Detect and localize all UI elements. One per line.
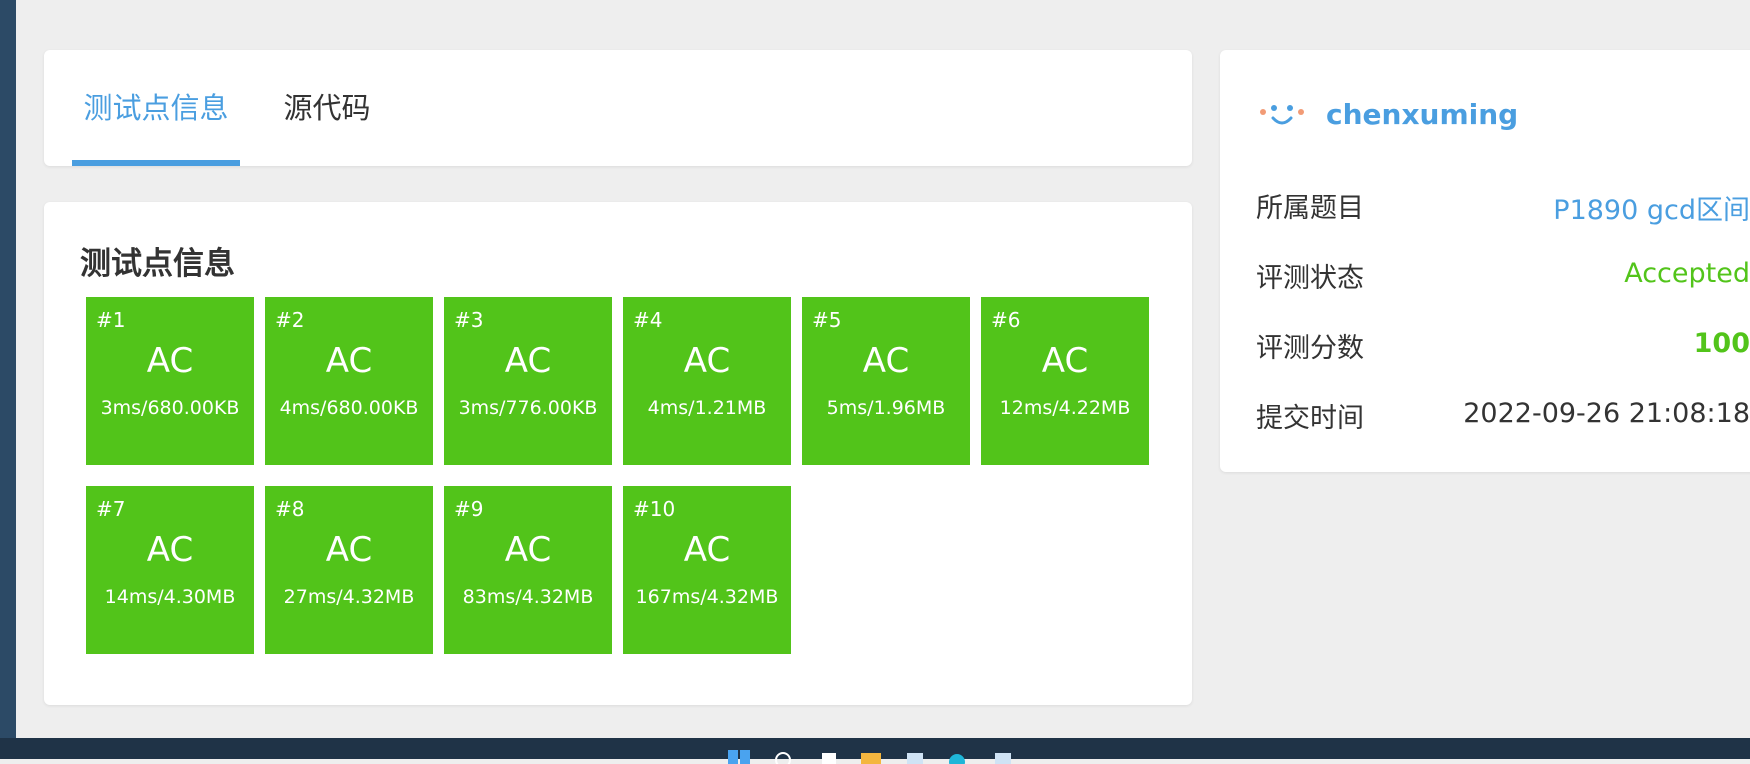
submit-time-label: 提交时间: [1256, 403, 1364, 434]
submission-info-card: chenxuming 所属题目 P1890 gcd区间 评测状态 Accepte…: [1220, 50, 1750, 472]
testcase-status: AC: [325, 341, 373, 381]
testcase-9[interactable]: #9 AC 83ms/4.32MB: [444, 486, 612, 654]
store-icon[interactable]: [904, 750, 926, 764]
testcase-status: AC: [146, 341, 194, 381]
testcase-time-memory: 14ms/4.30MB: [104, 586, 236, 608]
testcase-id: #3: [454, 308, 484, 332]
testcase-id: #2: [275, 308, 305, 332]
score-value: 100: [1693, 328, 1750, 359]
testcase-status: AC: [862, 341, 910, 381]
left-sidebar-edge: [0, 0, 16, 738]
testcase-status: AC: [325, 530, 373, 570]
info-row-score: 评测分数 100: [1256, 326, 1750, 366]
info-row-submit-time: 提交时间 2022-09-26 21:08:18: [1256, 396, 1750, 436]
tab-testcase-info[interactable]: 测试点信息: [72, 50, 240, 166]
problem-link[interactable]: P1890 gcd区间: [1553, 188, 1750, 227]
info-row-status: 评测状态 Accepted: [1256, 256, 1750, 296]
testcase-status: AC: [504, 530, 552, 570]
app-icon[interactable]: [992, 750, 1014, 764]
status-value: Accepted: [1624, 258, 1750, 289]
testcase-section-title: 测试点信息: [80, 246, 235, 282]
testcase-time-memory: 4ms/680.00KB: [279, 397, 419, 419]
info-row-problem: 所属题目 P1890 gcd区间: [1256, 186, 1750, 226]
submit-time-value: 2022-09-26 21:08:18: [1463, 398, 1750, 429]
smiley-face-icon: [1260, 105, 1304, 125]
folder-icon[interactable]: [860, 750, 882, 764]
tabs-card: 测试点信息 源代码: [44, 50, 1192, 166]
testcase-time-memory: 3ms/776.00KB: [458, 397, 598, 419]
file-icon[interactable]: [818, 750, 840, 764]
windows-start-icon[interactable]: [728, 750, 750, 764]
testcase-id: #4: [633, 308, 663, 332]
status-label: 评测状态: [1256, 263, 1364, 294]
testcase-id: #6: [991, 308, 1021, 332]
testcase-time-memory: 12ms/4.22MB: [999, 397, 1131, 419]
testcase-id: #9: [454, 497, 484, 521]
search-icon[interactable]: [772, 750, 794, 764]
tab-source-code[interactable]: 源代码: [272, 50, 382, 166]
testcase-3[interactable]: #3 AC 3ms/776.00KB: [444, 297, 612, 465]
testcase-time-memory: 167ms/4.32MB: [635, 586, 779, 608]
testcase-card: 测试点信息 #1 AC 3ms/680.00KB #2 AC 4ms/680.0…: [44, 202, 1192, 705]
testcase-1[interactable]: #1 AC 3ms/680.00KB: [86, 297, 254, 465]
testcase-id: #1: [96, 308, 126, 332]
testcase-2[interactable]: #2 AC 4ms/680.00KB: [265, 297, 433, 465]
testcase-time-memory: 27ms/4.32MB: [283, 586, 415, 608]
testcase-grid: #1 AC 3ms/680.00KB #2 AC 4ms/680.00KB #3…: [86, 297, 1166, 654]
testcase-time-memory: 83ms/4.32MB: [462, 586, 594, 608]
testcase-time-memory: 3ms/680.00KB: [100, 397, 240, 419]
testcase-5[interactable]: #5 AC 5ms/1.96MB: [802, 297, 970, 465]
score-label: 评测分数: [1256, 333, 1364, 364]
testcase-status: AC: [1041, 341, 1089, 381]
testcase-time-memory: 5ms/1.96MB: [826, 397, 946, 419]
testcase-id: #5: [812, 308, 842, 332]
testcase-status: AC: [146, 530, 194, 570]
submitter-username-link[interactable]: chenxuming: [1326, 98, 1518, 131]
testcase-6[interactable]: #6 AC 12ms/4.22MB: [981, 297, 1149, 465]
problem-label: 所属题目: [1256, 193, 1364, 224]
testcase-4[interactable]: #4 AC 4ms/1.21MB: [623, 297, 791, 465]
testcase-status: AC: [683, 341, 731, 381]
taskbar: [0, 738, 1750, 764]
testcase-7[interactable]: #7 AC 14ms/4.30MB: [86, 486, 254, 654]
edge-browser-icon[interactable]: [946, 750, 968, 764]
active-tab-indicator: [72, 160, 240, 166]
testcase-10[interactable]: #10 AC 167ms/4.32MB: [623, 486, 791, 654]
testcase-id: #8: [275, 497, 305, 521]
testcase-status: AC: [683, 530, 731, 570]
testcase-time-memory: 4ms/1.21MB: [647, 397, 767, 419]
testcase-id: #7: [96, 497, 126, 521]
testcase-8[interactable]: #8 AC 27ms/4.32MB: [265, 486, 433, 654]
testcase-status: AC: [504, 341, 552, 381]
testcase-id: #10: [633, 497, 676, 521]
